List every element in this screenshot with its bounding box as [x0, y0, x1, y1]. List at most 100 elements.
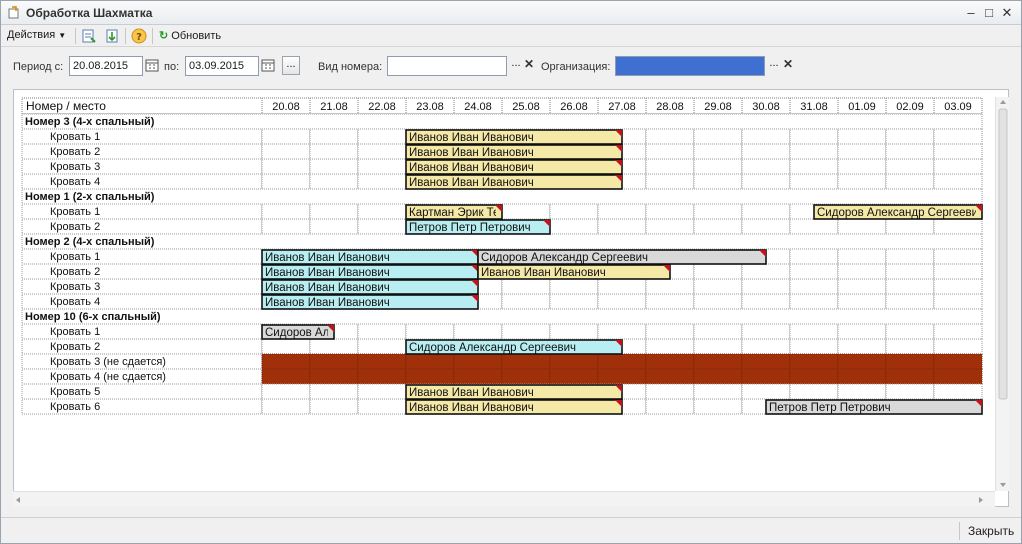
grid-cell[interactable] — [885, 278, 935, 295]
grid-cell[interactable] — [309, 338, 359, 355]
grid-cell[interactable] — [645, 158, 695, 175]
grid-cell[interactable] — [885, 218, 935, 235]
grid-cell[interactable] — [837, 383, 887, 400]
grid-cell[interactable] — [309, 158, 359, 175]
grid-cell[interactable] — [693, 143, 743, 160]
grid-cell[interactable] — [549, 203, 599, 220]
grid-cell[interactable] — [789, 278, 839, 295]
grid-cell[interactable] — [741, 173, 791, 190]
grid-cell[interactable] — [645, 203, 695, 220]
grid-cell[interactable] — [357, 158, 407, 175]
grid-cell[interactable] — [597, 293, 647, 310]
grid-cell[interactable] — [261, 158, 311, 175]
grid-cell[interactable] — [693, 278, 743, 295]
grid-cell[interactable] — [837, 338, 887, 355]
actions-menu-button[interactable]: Действия ▼ — [7, 29, 66, 41]
grid-cell[interactable] — [261, 128, 311, 145]
grid-cell[interactable] — [933, 383, 983, 400]
grid-cell[interactable] — [933, 128, 983, 145]
grid-cell[interactable] — [549, 278, 599, 295]
grid-cell[interactable] — [597, 218, 647, 235]
scroll-thumb[interactable] — [998, 108, 1008, 400]
grid-cell[interactable] — [741, 323, 791, 340]
grid-cell[interactable] — [933, 293, 983, 310]
grid-cell[interactable] — [789, 383, 839, 400]
maximize-icon[interactable]: □ — [981, 5, 997, 21]
grid-cell[interactable] — [357, 338, 407, 355]
horizontal-scrollbar[interactable] — [13, 491, 995, 507]
grid-cell[interactable] — [741, 128, 791, 145]
grid-cell[interactable] — [789, 143, 839, 160]
grid-cell[interactable] — [885, 338, 935, 355]
grid-cell[interactable] — [357, 143, 407, 160]
room-group-row[interactable] — [21, 188, 983, 205]
grid-cell[interactable] — [549, 293, 599, 310]
grid-cell[interactable] — [933, 248, 983, 265]
grid-cell[interactable] — [453, 323, 503, 340]
grid-cell[interactable] — [693, 293, 743, 310]
grid-cell[interactable] — [741, 338, 791, 355]
grid-cell[interactable] — [597, 203, 647, 220]
grid-cell[interactable] — [693, 158, 743, 175]
grid-cell[interactable] — [693, 323, 743, 340]
grid-cell[interactable] — [789, 263, 839, 280]
grid-cell[interactable] — [933, 173, 983, 190]
grid-cell[interactable] — [357, 323, 407, 340]
grid-cell[interactable] — [837, 263, 887, 280]
refresh-button[interactable]: ↻ Обновить — [159, 29, 221, 42]
grid-cell[interactable] — [741, 218, 791, 235]
grid-cell[interactable] — [837, 173, 887, 190]
organization-field[interactable] — [615, 56, 765, 76]
grid-cell[interactable] — [789, 338, 839, 355]
grid-cell[interactable] — [933, 218, 983, 235]
grid-cell[interactable] — [789, 218, 839, 235]
grid-cell[interactable] — [645, 173, 695, 190]
grid-cell[interactable] — [693, 203, 743, 220]
close-button[interactable]: Закрыть — [968, 524, 1014, 538]
vertical-scrollbar[interactable] — [995, 97, 1009, 491]
help-icon[interactable]: ? — [131, 28, 147, 44]
grid-cell[interactable] — [741, 263, 791, 280]
grid-cell[interactable] — [645, 143, 695, 160]
grid-cell[interactable] — [837, 248, 887, 265]
grid-cell[interactable] — [933, 263, 983, 280]
select-period-icon[interactable] — [81, 28, 97, 44]
grid-cell[interactable] — [837, 128, 887, 145]
grid-cell[interactable] — [309, 398, 359, 415]
organization-clear-icon[interactable]: ✕ — [781, 56, 795, 75]
grid-cell[interactable] — [933, 338, 983, 355]
grid-canvas[interactable]: Номер / место 20.08 21.08 22.08 23.08 24.08 25… — [14, 90, 996, 490]
grid-cell[interactable] — [741, 158, 791, 175]
grid-cell[interactable] — [261, 218, 311, 235]
calendar-icon[interactable] — [260, 57, 276, 74]
grid-cell[interactable] — [261, 203, 311, 220]
grid-cell[interactable] — [741, 203, 791, 220]
scroll-right-icon[interactable] — [979, 497, 983, 503]
grid-cell[interactable] — [837, 293, 887, 310]
grid-cell[interactable] — [693, 218, 743, 235]
grid-cell[interactable] — [645, 218, 695, 235]
grid-cell[interactable] — [933, 158, 983, 175]
scroll-left-icon[interactable] — [16, 497, 20, 503]
grid-cell[interactable] — [309, 143, 359, 160]
grid-cell[interactable] — [885, 263, 935, 280]
grid-cell[interactable] — [357, 173, 407, 190]
grid-cell[interactable] — [741, 383, 791, 400]
grid-cell[interactable] — [789, 293, 839, 310]
grid-cell[interactable] — [309, 383, 359, 400]
period-select-button[interactable]: ... — [282, 56, 300, 75]
grid-cell[interactable] — [741, 143, 791, 160]
grid-cell[interactable] — [885, 173, 935, 190]
room-type-field[interactable] — [387, 56, 507, 76]
grid-cell[interactable] — [501, 203, 551, 220]
grid-cell[interactable] — [261, 383, 311, 400]
grid-cell[interactable] — [357, 203, 407, 220]
grid-cell[interactable] — [885, 293, 935, 310]
grid-cell[interactable] — [309, 128, 359, 145]
grid-cell[interactable] — [501, 278, 551, 295]
scroll-down-icon[interactable] — [1000, 483, 1006, 487]
export-icon[interactable] — [104, 28, 120, 44]
grid-cell[interactable] — [693, 398, 743, 415]
room-group-row[interactable] — [21, 113, 983, 130]
grid-cell[interactable] — [357, 398, 407, 415]
